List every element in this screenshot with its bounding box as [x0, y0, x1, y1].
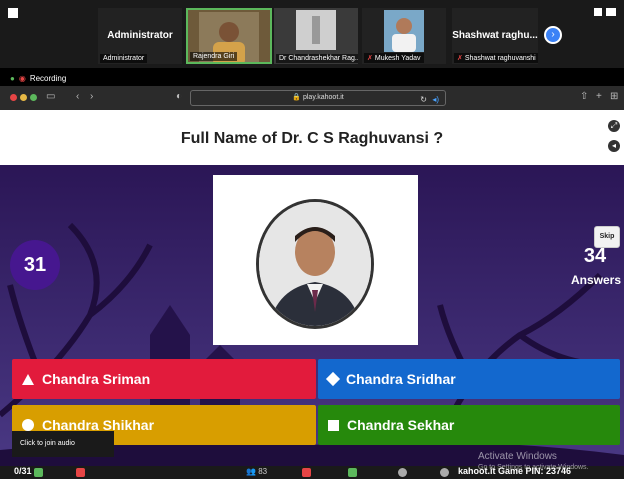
- skip-button[interactable]: Skip: [594, 226, 620, 248]
- tab-overview-icon[interactable]: ⊞: [610, 91, 618, 102]
- back-icon[interactable]: ‹: [76, 91, 79, 102]
- participant-big-name: Administrator: [107, 30, 173, 41]
- view-toggle-icon[interactable]: [606, 8, 616, 16]
- participant-tile-rajendra[interactable]: Rajendra Giri: [186, 8, 272, 64]
- participant-name-tag: ✗ Mukesh Yadav: [364, 53, 424, 63]
- answer-option-red[interactable]: Chandra Sriman: [12, 359, 316, 399]
- share-screen-icon[interactable]: [348, 468, 357, 477]
- answer-option-blue[interactable]: Chandra Sridhar: [318, 359, 620, 399]
- participant-tile-mukesh[interactable]: ✗ Mukesh Yadav: [362, 8, 446, 64]
- window-menu-icon[interactable]: [8, 8, 18, 18]
- privacy-shield-icon[interactable]: ◐: [176, 91, 182, 102]
- diamond-icon: [325, 371, 341, 387]
- square-icon: [328, 419, 339, 431]
- url-text: play.kahoot.it: [302, 94, 344, 101]
- participants-count[interactable]: 👥 83: [246, 467, 267, 476]
- new-tab-icon[interactable]: +: [596, 91, 602, 102]
- sound-icon[interactable]: ◂: [608, 140, 620, 152]
- recording-indicator: ● ◉ Recording: [10, 74, 66, 83]
- answers-count: 34: [583, 245, 607, 267]
- participant-tile-administrator[interactable]: Administrator Administrator: [98, 8, 182, 64]
- share-icon[interactable]: ⇧: [580, 91, 588, 102]
- record-button-icon[interactable]: [398, 468, 407, 477]
- shield-icon: ●: [10, 74, 15, 83]
- activate-windows-title: Activate Windows: [478, 451, 557, 462]
- participant-tile-shashwat[interactable]: Shashwat raghu... ✗ Shashwat raghuvanshi: [452, 8, 538, 64]
- participant-video: [296, 10, 336, 50]
- next-participants-button[interactable]: ›: [544, 26, 562, 44]
- lock-icon: 🔒: [292, 94, 301, 101]
- answer-label: Chandra Sriman: [42, 371, 151, 387]
- chevron-right-icon: ›: [551, 29, 555, 40]
- reload-icon[interactable]: ↻: [420, 93, 427, 107]
- audio-playing-icon[interactable]: ◂): [432, 93, 439, 107]
- close-window-icon[interactable]: [10, 94, 17, 101]
- recording-label: Recording: [29, 74, 67, 83]
- portrait-photo: [256, 199, 374, 329]
- question-header: Full Name of Dr. C S Raghuvansi ? ⤢ ◂: [0, 110, 624, 165]
- record-icon: ◉: [18, 74, 26, 83]
- participant-name-tag: Administrator: [100, 54, 148, 63]
- sidebar-icon[interactable]: ▭: [46, 91, 55, 102]
- answer-option-green[interactable]: Chandra Sekhar: [318, 405, 620, 445]
- join-audio-tooltip[interactable]: Click to join audio: [12, 431, 114, 457]
- question-title: Full Name of Dr. C S Raghuvansi ?: [180, 130, 444, 147]
- participant-name-tag: Rajendra Giri: [190, 52, 238, 61]
- activate-windows-subtitle: Go to Settings to activate Windows.: [478, 464, 589, 471]
- video-off-icon[interactable]: [76, 468, 85, 477]
- maximize-window-icon[interactable]: [30, 94, 37, 101]
- gallery-view-icon[interactable]: [594, 8, 602, 16]
- answer-label: Chandra Sridhar: [346, 371, 456, 387]
- reactions-icon[interactable]: [440, 468, 449, 477]
- participant-name-tag: Dr Chandrashekhar Rag...: [276, 54, 358, 63]
- participant-big-name: Shashwat raghu...: [452, 30, 538, 41]
- browser-toolbar: ▭ ‹ › ◐ 🔒 play.kahoot.it ↻ ◂) ⇧ + ⊞: [0, 86, 624, 110]
- address-bar[interactable]: 🔒 play.kahoot.it ↻ ◂): [190, 90, 446, 106]
- countdown-timer: 31: [10, 240, 60, 290]
- circle-icon: [22, 419, 34, 431]
- person-portrait: [259, 202, 371, 326]
- triangle-icon: [22, 373, 34, 385]
- participant-video: [384, 10, 424, 52]
- mic-muted-icon: ✗: [367, 55, 373, 62]
- forward-icon[interactable]: ›: [90, 91, 93, 102]
- participant-name-tag: ✗ Shashwat raghuvanshi: [454, 53, 538, 63]
- answer-progress-count: 0/31: [14, 466, 32, 476]
- minimize-window-icon[interactable]: [20, 94, 27, 101]
- answers-label: Answers: [570, 273, 622, 287]
- chat-icon[interactable]: [302, 468, 311, 477]
- participant-tile-chandrashekhar[interactable]: Dr Chandrashekhar Rag...: [274, 8, 358, 64]
- answer-label: Chandra Sekhar: [347, 417, 455, 433]
- zoom-participant-strip: Administrator Administrator Rajendra Gir…: [0, 0, 624, 68]
- audio-icon[interactable]: [34, 468, 43, 477]
- question-image: [213, 175, 418, 345]
- fullscreen-icon[interactable]: ⤢: [608, 120, 620, 132]
- mic-muted-icon: ✗: [457, 55, 463, 62]
